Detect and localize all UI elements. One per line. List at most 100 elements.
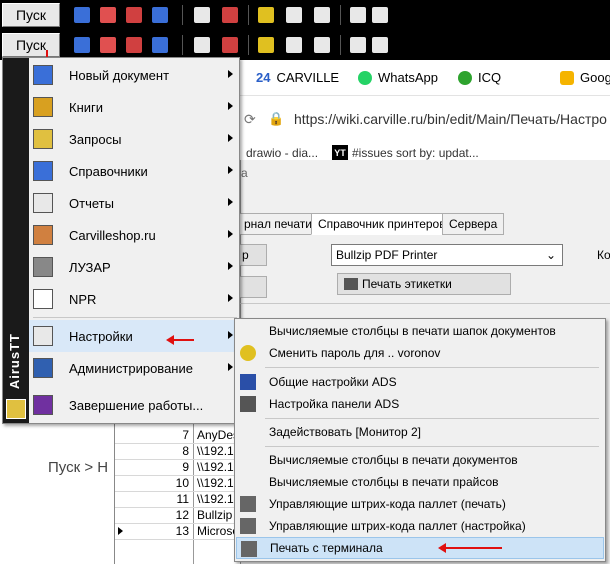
key-icon: [240, 345, 256, 361]
icq-icon: [458, 70, 472, 85]
menu-item-books[interactable]: Книги: [29, 91, 239, 123]
table-row[interactable]: 10 \\192.16: [115, 476, 241, 492]
menu-item-carvilleshop[interactable]: Carvilleshop.ru: [29, 219, 239, 251]
printer-terminal-icon: [241, 541, 257, 557]
browser-tab-strip: 24 CARVILLE WhatsApp ICQ Goog: [240, 60, 610, 96]
submenu-item-document-columns[interactable]: Вычисляемые столбцы в печати документов: [236, 449, 604, 471]
browser-tab-google[interactable]: Goog: [560, 70, 610, 85]
print-label-button[interactable]: Печать этикетки: [337, 273, 511, 295]
submenu-item-monitor-2[interactable]: Задействовать [Монитор 2]: [236, 421, 604, 443]
menu-item-directories[interactable]: Справочники: [29, 155, 239, 187]
google-keep-icon: [560, 70, 574, 85]
shutdown-icon: [33, 395, 53, 415]
printer-icon: [240, 496, 256, 512]
quick-launch-icon-4[interactable]: [152, 7, 168, 23]
quick-launch-icon-6[interactable]: [222, 7, 238, 23]
directory-icon: [33, 161, 53, 181]
quick-launch-icon-1[interactable]: [74, 7, 90, 23]
quick-launch-icon-6b[interactable]: [222, 37, 238, 53]
admin-icon: [33, 358, 53, 378]
quick-launch-icon-10b[interactable]: [350, 37, 366, 53]
tab-print-log[interactable]: рнал печати: [237, 213, 319, 235]
start-button[interactable]: Пуск: [2, 33, 60, 57]
quick-launch-icon-8[interactable]: [286, 7, 302, 23]
quick-launch-icon-2[interactable]: [100, 7, 116, 23]
printers-grid: 7 AnyDesk 8 \\192.16 9 \\192.16 10 \\192.16 …: [114, 420, 241, 564]
chevron-down-icon: ⌄: [545, 248, 556, 262]
menu-item-queries[interactable]: Запросы: [29, 123, 239, 155]
quick-launch-icon-11[interactable]: [372, 7, 388, 23]
tab-servers[interactable]: Сервера: [442, 213, 505, 235]
annotation-arrow-settings: [166, 335, 194, 345]
table-row[interactable]: 12 Bullzip P: [115, 508, 241, 524]
carville-icon: 24: [256, 70, 271, 85]
breadcrumb: Пуск > Н: [48, 459, 109, 476]
submenu-item-ads-settings[interactable]: Общие настройки ADS: [236, 371, 604, 393]
field-button-left-2[interactable]: [237, 276, 267, 298]
label-right: Ко: [597, 248, 610, 262]
menu-item-luzar[interactable]: ЛУЗАР: [29, 251, 239, 283]
start-menu-banner: AirusTT: [3, 58, 29, 423]
menu-item-settings[interactable]: Настройки: [29, 320, 239, 352]
npr-icon: [33, 289, 53, 309]
submenu-item-pallet-barcode-print[interactable]: Управляющие штрих-кода паллет (печать): [236, 493, 604, 515]
table-row[interactable]: 7 AnyDesk: [115, 428, 241, 444]
table-row[interactable]: 13 Microsof: [115, 524, 241, 540]
taskbar-bottom: Пуск: [0, 30, 610, 60]
quick-launch-icon-3b[interactable]: [126, 37, 142, 53]
table-row[interactable]: 9 \\192.16: [115, 460, 241, 476]
start-button-top[interactable]: Пуск: [2, 3, 60, 27]
submenu-item-price-columns[interactable]: Вычисляемые столбцы в печати прайсов: [236, 471, 604, 493]
banner-logo-icon: [6, 399, 26, 419]
quick-launch-icon-11b[interactable]: [372, 37, 388, 53]
annotation-arrow-terminal-print: [438, 543, 502, 553]
ads-panel-icon: [240, 396, 256, 412]
table-row[interactable]: 8 \\192.16: [115, 444, 241, 460]
reload-icon[interactable]: ⟳: [244, 111, 256, 128]
books-icon: [33, 97, 53, 117]
quick-launch-icon-1b[interactable]: [74, 37, 90, 53]
quick-launch-icon-10[interactable]: [350, 7, 366, 23]
quick-launch-icon-8b[interactable]: [286, 37, 302, 53]
app-window-title: а: [241, 166, 248, 180]
table-row[interactable]: 11 \\192.16: [115, 492, 241, 508]
menu-item-shutdown[interactable]: Завершение работы...: [29, 389, 239, 421]
submenu-item-print-from-terminal[interactable]: Печать с терминала: [236, 537, 604, 559]
field-button-left[interactable]: p: [237, 244, 267, 266]
menu-item-administration[interactable]: Администрирование: [29, 352, 239, 384]
bookmark-issues[interactable]: #issues sort by: updat...: [352, 146, 479, 160]
quick-launch-icon-3[interactable]: [126, 7, 142, 23]
menu-item-new-document[interactable]: Новый документ: [29, 59, 239, 91]
browser-tab-whatsapp[interactable]: WhatsApp: [358, 70, 438, 85]
printer-settings-icon: [240, 518, 256, 534]
menu-item-npr[interactable]: NPR: [29, 283, 239, 315]
browser-tab-carville[interactable]: 24 CARVILLE: [256, 70, 339, 85]
lock-icon[interactable]: 🔒: [268, 111, 284, 127]
submenu-item-pallet-barcode-settings[interactable]: Управляющие штрих-кода паллет (настройка…: [236, 515, 604, 537]
ads-settings-icon: [240, 374, 256, 390]
luzar-icon: [33, 257, 53, 277]
tab-printer-directory[interactable]: Справочник принтеров: [311, 213, 453, 235]
quick-launch-icon-4b[interactable]: [152, 37, 168, 53]
bookmark-drawio[interactable]: drawio - dia...: [246, 146, 318, 160]
printer-select[interactable]: Bullzip PDF Printer ⌄: [331, 244, 563, 266]
quick-launch-icon-9b[interactable]: [314, 37, 330, 53]
youtrack-icon: YT: [332, 145, 348, 161]
taskbar-top: Пуск: [0, 0, 610, 30]
menu-item-reports[interactable]: Отчеты: [29, 187, 239, 219]
browser-tab-icq[interactable]: ICQ: [458, 70, 501, 85]
quick-launch-icon-5[interactable]: [194, 7, 210, 23]
quick-launch-icon-7[interactable]: [258, 7, 274, 23]
shop-icon: [33, 225, 53, 245]
submenu-item-ads-panel[interactable]: Настройка панели ADS: [236, 393, 604, 415]
new-document-icon: [33, 65, 53, 85]
settings-icon: [33, 326, 53, 346]
settings-submenu: Вычисляемые столбцы в печати шапок докум…: [234, 318, 606, 562]
submenu-item-header-columns[interactable]: Вычисляемые столбцы в печати шапок докум…: [236, 320, 604, 342]
quick-launch-icon-2b[interactable]: [100, 37, 116, 53]
quick-launch-icon-9[interactable]: [314, 7, 330, 23]
submenu-item-change-password[interactable]: Сменить пароль для .. voronov: [236, 342, 604, 364]
address-bar[interactable]: https://wiki.carville.ru/bin/edit/Main/П…: [294, 111, 607, 127]
quick-launch-icon-7b[interactable]: [258, 37, 274, 53]
quick-launch-icon-5b[interactable]: [194, 37, 210, 53]
